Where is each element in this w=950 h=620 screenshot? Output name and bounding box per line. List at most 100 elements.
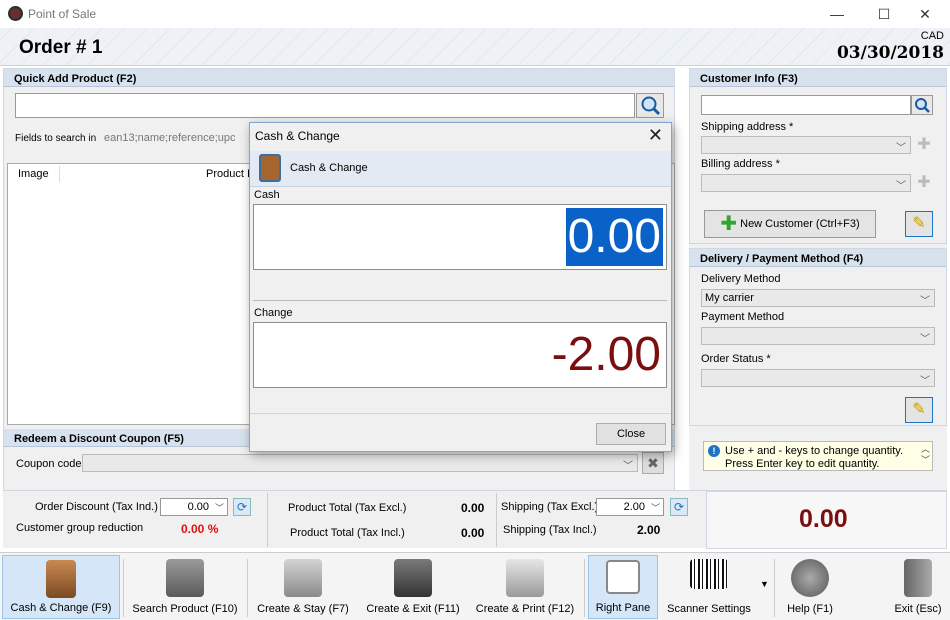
refresh-icon: ⟳	[236, 500, 248, 514]
new-customer-button[interactable]: ✚ New Customer (Ctrl+F3)	[704, 210, 876, 238]
chevron-down-icon: ﹀	[920, 334, 930, 345]
toolbar-label: Cash & Change (F9)	[10, 602, 112, 614]
dropdown-arrow-icon[interactable]: ▼	[760, 579, 769, 589]
right-pane-icon	[606, 560, 640, 594]
refresh-discount-button[interactable]: ⟳	[233, 498, 251, 516]
cash-input[interactable]: 0.00	[253, 204, 667, 270]
customer-group-reduction-label: Customer group reduction	[16, 522, 144, 534]
quick-add-search-input[interactable]	[15, 93, 635, 118]
toolbar-label: Create & Stay (F7)	[257, 603, 349, 615]
shipping-address-label: Shipping address *	[701, 121, 794, 133]
totals-panel: Order Discount (Tax Ind.) 0.00 ﹀ ⟳ Custo…	[3, 490, 947, 549]
toolbar-label: Create & Exit (F11)	[366, 603, 460, 615]
delivery-method-select[interactable]: My carrier ﹀	[701, 289, 935, 307]
edit-order-status-button[interactable]: ✎	[905, 397, 933, 423]
search-icon	[915, 98, 930, 113]
tip-scroll-arrows[interactable]: ︿ ﹀	[921, 444, 930, 466]
search-icon	[641, 96, 661, 116]
toolbar-separator	[123, 559, 124, 617]
grand-total-value: 0.00	[799, 505, 848, 533]
order-discount-label: Order Discount (Tax Ind.)	[35, 501, 158, 513]
toolbar-label: Right Pane	[595, 602, 651, 614]
shipping-incl-label: Shipping (Tax Incl.)	[503, 524, 597, 536]
coupon-clear-button[interactable]: ✖	[642, 452, 664, 474]
tip-line-1: Use + and - keys to change quantity.	[725, 445, 904, 457]
shipping-excl-select[interactable]: 2.00 ﹀	[596, 498, 664, 516]
order-discount-select[interactable]: 0.00 ﹀	[160, 498, 228, 516]
shipping-address-select[interactable]: ﹀	[701, 136, 911, 154]
shipping-excl-value: 2.00	[623, 501, 645, 513]
search-product-button[interactable]: Search Product (F10)	[126, 555, 244, 619]
toolbar-label: Exit (Esc)	[894, 603, 942, 615]
coupon-code-label: Coupon code	[16, 458, 82, 470]
fields-to-search-label: Fields to search in	[15, 133, 97, 144]
cash-label: Cash	[254, 189, 280, 201]
toolbar-label: Create & Print (F12)	[475, 603, 575, 615]
payment-method-label: Payment Method	[701, 311, 785, 323]
order-header: Order # 1 CAD 03/30/2018	[0, 28, 950, 66]
chevron-down-icon: ﹀	[214, 503, 224, 513]
dialog-close-button[interactable]: Close	[596, 423, 666, 445]
order-status-select[interactable]: ﹀	[701, 369, 935, 387]
payment-method-select[interactable]: ﹀	[701, 327, 935, 345]
fields-to-search-value: ean13;name;reference;upc	[104, 132, 236, 144]
toolbar-label: Help (F1)	[787, 603, 833, 615]
chevron-down-icon: ﹀	[896, 143, 906, 154]
order-discount-value: 0.00	[187, 501, 209, 513]
pencil-icon: ✎	[912, 215, 926, 232]
divider	[496, 493, 497, 547]
dialog-footer-divider	[250, 413, 671, 414]
delivery-method-label: Delivery Method	[701, 273, 781, 285]
change-display: -2.00	[253, 322, 667, 388]
add-billing-address-button[interactable]: ✚	[914, 174, 934, 192]
scanner-settings-button[interactable]: Scanner Settings	[662, 555, 756, 619]
product-total-excl-value: 0.00	[461, 501, 485, 515]
chevron-down-icon: ﹀	[623, 461, 633, 472]
help-button[interactable]: Help (F1)	[778, 555, 842, 619]
create-print-button[interactable]: Create & Print (F12)	[470, 555, 580, 619]
minimize-button[interactable]: —	[817, 3, 857, 25]
shipping-excl-label: Shipping (Tax Excl.)	[501, 501, 599, 513]
pencil-icon: ✎	[912, 401, 926, 418]
chevron-down-icon: ﹀	[920, 296, 930, 307]
right-pane-button[interactable]: Right Pane	[588, 555, 658, 619]
cash-register-icon	[46, 560, 76, 598]
refresh-shipping-button[interactable]: ⟳	[670, 498, 688, 516]
search-product-icon	[166, 559, 204, 597]
cash-value: 0.00	[565, 208, 663, 266]
toolbar-label: Scanner Settings	[667, 603, 751, 615]
customer-group-reduction-value: 0.00 %	[181, 522, 219, 536]
product-total-incl-value: 0.00	[461, 526, 485, 540]
quick-add-search-button[interactable]	[636, 93, 664, 118]
maximize-button[interactable]: ☐	[864, 3, 904, 25]
quantity-tip: ! Use + and - keys to change quantity. P…	[703, 441, 933, 471]
cash-register-icon	[259, 154, 281, 182]
cash-change-button[interactable]: Cash & Change (F9)	[2, 555, 120, 619]
edit-customer-button[interactable]: ✎	[905, 211, 933, 237]
barcode-icon	[690, 559, 728, 589]
create-stay-button[interactable]: Create & Stay (F7)	[250, 555, 356, 619]
customer-info-panel: Customer Info (F3) Shipping address * ﹀ …	[689, 68, 947, 244]
add-shipping-address-button[interactable]: ✚	[914, 136, 934, 154]
grand-total-box: 0.00	[706, 491, 947, 549]
chevron-down-icon: ﹀	[896, 181, 906, 192]
window-close-button[interactable]: ✕	[905, 3, 945, 25]
customer-search-button[interactable]	[911, 95, 933, 115]
create-exit-icon	[394, 559, 432, 597]
right-pane: Customer Info (F3) Shipping address * ﹀ …	[689, 68, 947, 548]
change-label: Change	[254, 307, 293, 319]
billing-address-select[interactable]: ﹀	[701, 174, 911, 192]
column-header-image[interactable]: Image	[18, 168, 49, 180]
dialog-close-icon[interactable]: ✕	[648, 125, 663, 146]
create-exit-button[interactable]: Create & Exit (F11)	[360, 555, 466, 619]
delivery-payment-panel: Delivery / Payment Method (F4) Delivery …	[689, 248, 947, 426]
chevron-down-icon: ﹀	[920, 376, 930, 387]
app-logo-icon	[8, 6, 23, 21]
customer-search-input[interactable]	[701, 95, 911, 115]
toolbar-label: Search Product (F10)	[132, 603, 238, 615]
exit-button[interactable]: Exit (Esc)	[888, 555, 948, 619]
coupon-code-input[interactable]: ﹀	[82, 454, 638, 472]
title-bar: Point of Sale — ☐ ✕	[0, 0, 950, 28]
currency-code: CAD	[920, 30, 944, 42]
divider	[267, 493, 268, 547]
